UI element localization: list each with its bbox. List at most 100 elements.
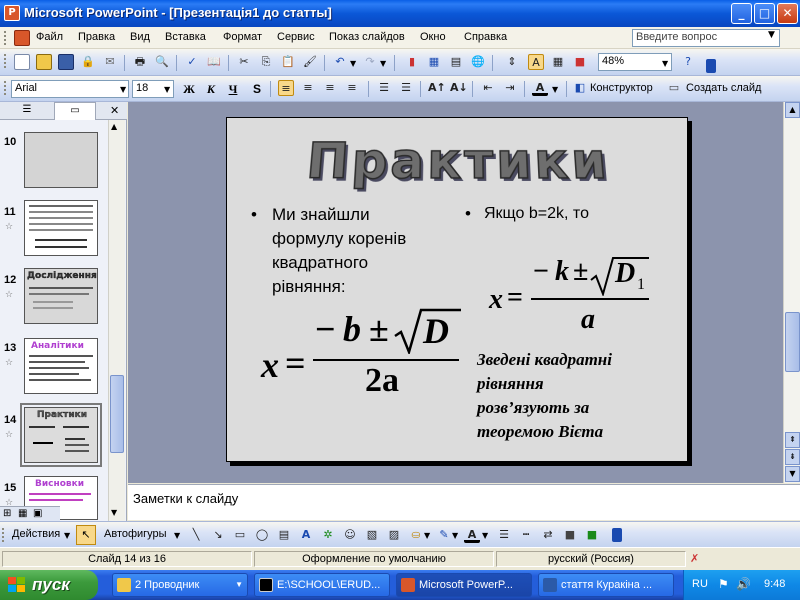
ask-question-input[interactable]: Введите вопрос bbox=[632, 29, 780, 47]
line-color-icon[interactable]: ✎ bbox=[436, 527, 452, 543]
taskbar-powerpoint[interactable]: Microsoft PowerP... bbox=[396, 573, 532, 597]
font-color-icon[interactable]: A bbox=[464, 527, 480, 543]
toolbar-grip[interactable] bbox=[4, 81, 7, 95]
line-style-icon[interactable]: ☰ bbox=[496, 527, 512, 543]
decrease-indent-icon[interactable]: ⇤ bbox=[480, 80, 496, 96]
taskbar-cmd[interactable]: E:\SCHOOL\ERUD... bbox=[254, 573, 390, 597]
bullet-right-text[interactable]: Якщо b=2k, то bbox=[484, 202, 589, 226]
quadratic-formula[interactable]: x = − b ± D 2a bbox=[257, 306, 467, 418]
italic-button[interactable]: К bbox=[202, 81, 220, 97]
shadow-button[interactable]: S bbox=[248, 81, 266, 97]
show-formatting-icon[interactable]: A bbox=[528, 54, 544, 70]
speaker-icon[interactable]: 🔊 bbox=[736, 577, 751, 591]
picture-icon[interactable]: ▨ bbox=[386, 527, 402, 543]
slides-tab[interactable]: ▭ bbox=[54, 102, 96, 120]
increase-font-icon[interactable]: A↑ bbox=[428, 80, 446, 96]
increase-indent-icon[interactable]: ⇥ bbox=[502, 80, 518, 96]
close-pane-icon[interactable]: ✕ bbox=[110, 104, 119, 117]
arrow-icon[interactable]: ↘ bbox=[210, 527, 226, 543]
notes-pane[interactable]: Заметки к слайду bbox=[128, 484, 800, 520]
slide-thumbnail-13[interactable]: Аналітики bbox=[24, 338, 98, 394]
email-icon[interactable]: ✉ bbox=[102, 54, 118, 70]
print-icon[interactable]: 🖶 bbox=[132, 54, 148, 70]
insert-chart-icon[interactable]: ▮ bbox=[404, 54, 420, 70]
chevron-down-icon[interactable]: ▼ bbox=[350, 59, 356, 68]
clipart-icon[interactable]: ☺ bbox=[342, 527, 358, 543]
bullets-icon[interactable]: ☰ bbox=[398, 80, 414, 96]
undo-icon[interactable]: ↶ bbox=[332, 54, 348, 70]
autoshapes-menu[interactable]: Автофигуры bbox=[104, 528, 167, 540]
chevron-down-icon[interactable]: ▼ bbox=[174, 531, 180, 540]
tables-borders-icon[interactable]: ▤ bbox=[448, 54, 464, 70]
cut-icon[interactable]: ✂ bbox=[236, 54, 252, 70]
menu-file[interactable]: Файл bbox=[36, 31, 63, 43]
slide-sorter-icon[interactable]: ▦ bbox=[18, 508, 27, 519]
maximize-button[interactable]: □ bbox=[754, 3, 775, 24]
notes-placeholder[interactable]: Заметки к слайду bbox=[133, 491, 238, 506]
slideshow-icon[interactable]: ▣ bbox=[33, 508, 42, 519]
reduced-formula[interactable]: x = − k ± D 1 a bbox=[485, 254, 655, 344]
menu-tools[interactable]: Сервис bbox=[277, 31, 315, 43]
taskbar-explorer[interactable]: 2 Проводник ▼ bbox=[112, 573, 248, 597]
line-icon[interactable]: ╲ bbox=[188, 527, 204, 543]
rectangle-icon[interactable]: ▭ bbox=[232, 527, 248, 543]
thumbnail-scrollbar[interactable]: ▲ ▼ bbox=[108, 120, 125, 522]
arrow-style-icon[interactable]: ⇄ bbox=[540, 527, 556, 543]
bold-button[interactable]: Ж bbox=[180, 81, 198, 97]
align-center-icon[interactable]: ≡ bbox=[300, 80, 316, 96]
chevron-down-icon[interactable]: ▼ bbox=[64, 531, 70, 540]
taskbar-word[interactable]: стаття Куракіна ... bbox=[538, 573, 674, 597]
menu-insert[interactable]: Вставка bbox=[165, 31, 206, 43]
font-name-select[interactable]: Arial bbox=[11, 80, 129, 98]
underline-button[interactable]: Ч bbox=[224, 81, 242, 97]
new-slide-button[interactable]: Создать слайд bbox=[686, 82, 761, 94]
scroll-thumb[interactable] bbox=[110, 375, 124, 453]
fill-color-icon[interactable]: ⛀ bbox=[408, 527, 424, 543]
print-preview-icon[interactable]: 🔍 bbox=[154, 54, 170, 70]
toolbar-grip[interactable] bbox=[4, 54, 7, 68]
scroll-up-arrow[interactable]: ▲ bbox=[111, 122, 117, 131]
menu-help[interactable]: Справка bbox=[464, 31, 507, 43]
open-folder-icon[interactable] bbox=[36, 54, 52, 70]
help-icon[interactable]: ? bbox=[680, 54, 696, 70]
slide-title-wordart[interactable]: Практики bbox=[223, 132, 693, 191]
designer-button[interactable]: Конструктор bbox=[590, 82, 653, 94]
research-icon[interactable]: 📖 bbox=[206, 54, 222, 70]
format-painter-icon[interactable]: 🖌 bbox=[302, 54, 318, 70]
previous-slide-button[interactable]: ⇞ bbox=[785, 432, 800, 448]
clock[interactable]: 9:48 bbox=[764, 578, 785, 590]
chevron-down-icon[interactable]: ▼ bbox=[662, 59, 668, 68]
chevron-down-icon[interactable]: ▼ bbox=[120, 85, 126, 94]
outline-tab[interactable]: ☰ bbox=[8, 104, 46, 119]
insert-table-icon[interactable]: ▦ bbox=[426, 54, 442, 70]
scroll-down-arrow[interactable]: ▼ bbox=[785, 466, 800, 482]
chevron-down-icon[interactable]: ▼ bbox=[768, 30, 775, 40]
bullet-left-text[interactable]: Ми знайшли формулу коренів квадратного р… bbox=[272, 203, 442, 299]
powerpoint-app-icon[interactable]: P bbox=[4, 5, 20, 21]
diagram-icon[interactable]: ✲ bbox=[320, 527, 336, 543]
spelling-icon[interactable]: ✓ bbox=[184, 54, 200, 70]
toolbar-grip[interactable] bbox=[2, 528, 5, 542]
scroll-up-arrow[interactable]: ▲ bbox=[785, 102, 800, 118]
grid-icon[interactable]: ▦ bbox=[550, 54, 566, 70]
actions-menu[interactable]: Действия bbox=[12, 528, 60, 540]
minimize-button[interactable]: _ bbox=[731, 3, 752, 24]
network-icon[interactable]: ⚑ bbox=[718, 577, 729, 591]
title-bar[interactable]: P Microsoft PowerPoint - [Презентація1 д… bbox=[0, 0, 800, 27]
align-right-icon[interactable]: ≡ bbox=[322, 80, 338, 96]
picture-icon[interactable]: ▧ bbox=[364, 527, 380, 543]
paste-icon[interactable]: 📋 bbox=[280, 54, 296, 70]
insert-hyperlink-icon[interactable]: 🌐 bbox=[470, 54, 486, 70]
align-left-icon[interactable]: ≡ bbox=[278, 80, 294, 96]
3d-style-icon[interactable]: ■ bbox=[584, 527, 600, 543]
menu-format[interactable]: Формат bbox=[223, 31, 262, 43]
start-button[interactable]: пуск bbox=[0, 570, 98, 600]
redo-icon[interactable]: ↷ bbox=[362, 54, 378, 70]
slide-thumbnail-14[interactable]: Практики bbox=[24, 407, 98, 463]
vieta-note[interactable]: Зведені квадратні рівняння розв’язують з… bbox=[477, 348, 657, 444]
color-grayscale-icon[interactable]: ■ bbox=[572, 54, 588, 70]
wordart-icon[interactable]: A bbox=[298, 527, 314, 543]
menu-window[interactable]: Окно bbox=[420, 31, 446, 43]
menu-slideshow[interactable]: Показ слайдов bbox=[329, 31, 405, 43]
toolbar-options-button[interactable] bbox=[612, 528, 622, 542]
